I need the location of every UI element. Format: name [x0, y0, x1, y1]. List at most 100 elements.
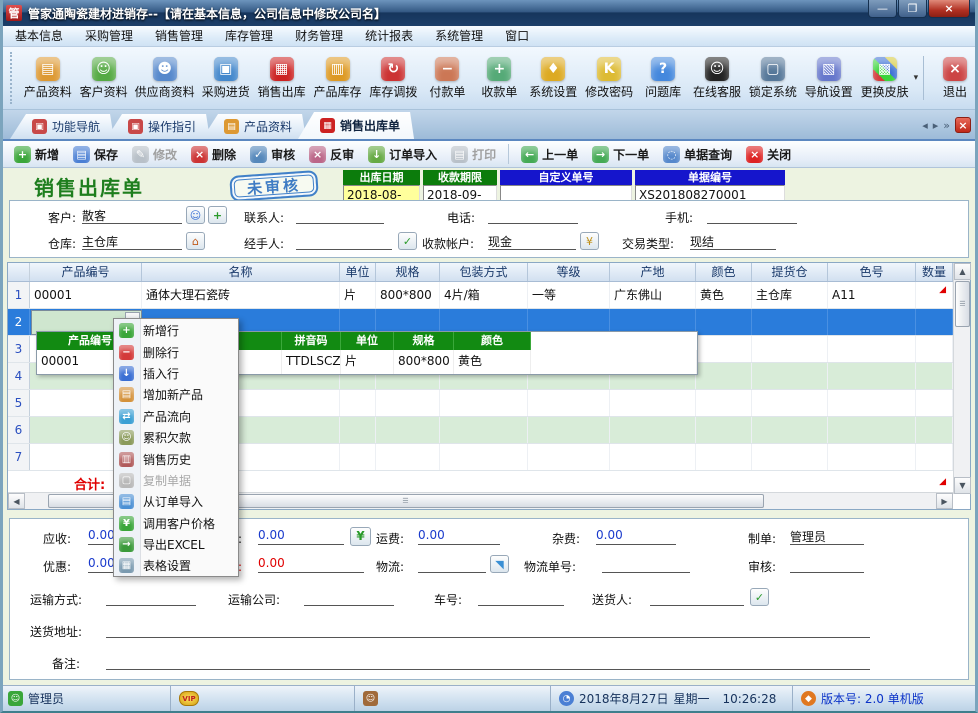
tab-scroll-right-button[interactable]: ▸	[933, 119, 939, 132]
toolbar-receipt-button[interactable]: +收款单	[473, 54, 525, 103]
print-button[interactable]: ▤打印	[445, 144, 502, 165]
col-color[interactable]: 颜色	[696, 263, 752, 281]
menu-window[interactable]: 窗口	[494, 26, 540, 46]
grid-cell[interactable]	[528, 390, 610, 416]
col-spec[interactable]: 规格	[376, 263, 440, 281]
handler-input[interactable]	[296, 233, 392, 250]
save-button[interactable]: ▤保存	[67, 144, 124, 165]
toolbar-product-data-button[interactable]: ▤产品资料	[20, 54, 76, 103]
handler-check-icon[interactable]: ✓	[398, 232, 417, 250]
grid-cell[interactable]	[916, 336, 953, 362]
col-packing[interactable]: 包装方式	[440, 263, 528, 281]
tab-sales-outbound[interactable]: ▦销售出库单	[298, 112, 414, 139]
grid-cell[interactable]	[376, 444, 440, 470]
chevron-down-icon[interactable]: ▾	[914, 73, 919, 83]
grid-cell[interactable]: 通体大理石瓷砖	[142, 282, 340, 308]
col-product-code[interactable]: 产品编号	[30, 263, 142, 281]
menu-copy-doc[interactable]: ▢复制单据	[114, 470, 238, 491]
customer-lookup-icon[interactable]: ☺	[186, 206, 205, 224]
menu-finance[interactable]: 财务管理	[284, 26, 354, 46]
menu-accumulated-arrears[interactable]: ☺累积欠款	[114, 427, 238, 448]
grid-cell[interactable]	[340, 390, 376, 416]
freight-value[interactable]: 0.00	[418, 528, 500, 545]
delete-button[interactable]: ×删除	[185, 144, 242, 165]
grid-cell[interactable]	[696, 309, 752, 335]
grid-cell[interactable]: A11	[828, 282, 916, 308]
grid-cell[interactable]	[752, 336, 828, 362]
prev-doc-button[interactable]: ←上一单	[515, 144, 584, 165]
grid-cell[interactable]: 00001	[30, 282, 142, 308]
picker-cell[interactable]: 800*800	[394, 350, 454, 374]
col-name[interactable]: 名称	[142, 263, 340, 281]
toolbar-supplier-data-button[interactable]: ☻供应商资料	[132, 54, 198, 103]
scroll-up-arrow[interactable]: ▲	[954, 263, 971, 280]
deliverer-lookup-icon[interactable]: ✓	[750, 588, 769, 606]
mobile-input[interactable]	[707, 207, 797, 224]
customer-input[interactable]: 散客	[82, 207, 182, 224]
trade-type-input[interactable]: 现结	[690, 233, 776, 250]
grid-cell[interactable]	[916, 363, 953, 389]
grid-cell[interactable]: 800*800	[376, 282, 440, 308]
grid-cell[interactable]	[828, 363, 916, 389]
minimize-button[interactable]: —	[868, 0, 897, 18]
grid-cell[interactable]	[916, 444, 953, 470]
grid-cell[interactable]	[440, 444, 528, 470]
col-pickup-warehouse[interactable]: 提货仓	[752, 263, 828, 281]
grid-cell[interactable]	[828, 390, 916, 416]
account-input[interactable]: 现金	[488, 233, 576, 250]
tab-collapse-button[interactable]: »	[943, 119, 950, 132]
menu-product-flow[interactable]: ⇄产品流向	[114, 406, 238, 427]
grid-cell[interactable]	[440, 390, 528, 416]
account-brush-icon[interactable]: ¥	[580, 232, 599, 250]
col-quantity[interactable]: 数量	[916, 263, 953, 281]
grid-cell[interactable]	[752, 309, 828, 335]
close-button[interactable]: ×	[928, 0, 970, 18]
scroll-down-arrow[interactable]: ▼	[954, 477, 971, 494]
toolbar-system-settings-button[interactable]: ♦系统设置	[525, 54, 581, 103]
toolbar-question-bank-button[interactable]: ?问题库	[637, 54, 689, 103]
grid-cell[interactable]	[828, 309, 916, 335]
col-origin[interactable]: 产地	[610, 263, 696, 281]
grid-cell[interactable]	[376, 417, 440, 443]
menu-reports[interactable]: 统计报表	[354, 26, 424, 46]
col-unit[interactable]: 单位	[340, 263, 376, 281]
add-customer-icon[interactable]: +	[208, 206, 227, 224]
menu-grid-settings[interactable]: ▦表格设置	[114, 555, 238, 576]
toolbar-sales-out-button[interactable]: ▦销售出库	[254, 54, 310, 103]
grid-cell[interactable]	[610, 390, 696, 416]
logistics-no-input[interactable]	[602, 556, 690, 573]
grid-cell[interactable]	[828, 444, 916, 470]
next-doc-button[interactable]: →下一单	[586, 144, 655, 165]
grid-cell[interactable]: 广东佛山	[610, 282, 696, 308]
grid-cell[interactable]	[340, 444, 376, 470]
menu-sales[interactable]: 销售管理	[144, 26, 214, 46]
grid-cell[interactable]	[610, 417, 696, 443]
toolbar-stock-transfer-button[interactable]: ↻库存调拨	[365, 54, 421, 103]
grid-cell[interactable]	[376, 390, 440, 416]
remark-input[interactable]	[106, 653, 870, 670]
menu-inventory[interactable]: 库存管理	[214, 26, 284, 46]
grid-vertical-scrollbar[interactable]: ▲ ☰ ▼	[953, 263, 970, 494]
grid-cell[interactable]	[752, 390, 828, 416]
new-button[interactable]: +新增	[8, 144, 65, 165]
menu-add-row[interactable]: +新增行	[114, 320, 238, 341]
phone-input[interactable]	[488, 207, 578, 224]
menu-export-excel[interactable]: →导出EXCEL	[114, 534, 238, 555]
toolbar-customer-data-button[interactable]: ☺客户资料	[76, 54, 132, 103]
grid-cell[interactable]: 主仓库	[752, 282, 828, 308]
picker-cell[interactable]: TTDLSCZ	[282, 350, 341, 374]
grid-cell[interactable]	[610, 444, 696, 470]
tab-function-nav[interactable]: ▣功能导航	[10, 114, 114, 139]
tab-operation-guide[interactable]: ▣操作指引	[106, 114, 210, 139]
scroll-right-arrow[interactable]: ▶	[936, 493, 953, 509]
grid-cell[interactable]	[916, 282, 953, 308]
grid-cell[interactable]	[752, 363, 828, 389]
menu-delete-row[interactable]: −删除行	[114, 341, 238, 362]
grid-cell[interactable]: 片	[340, 282, 376, 308]
toolbar-product-stock-button[interactable]: ▥产品库存	[310, 54, 366, 103]
menu-system[interactable]: 系统管理	[424, 26, 494, 46]
grid-row-1[interactable]: 1 00001 通体大理石瓷砖 片 800*800 4片/箱 一等 广东佛山 黄…	[8, 282, 970, 309]
approve-button[interactable]: ✓审核	[244, 144, 301, 165]
grid-cell[interactable]: 一等	[528, 282, 610, 308]
tab-product-data[interactable]: ▤产品资料	[202, 114, 306, 139]
